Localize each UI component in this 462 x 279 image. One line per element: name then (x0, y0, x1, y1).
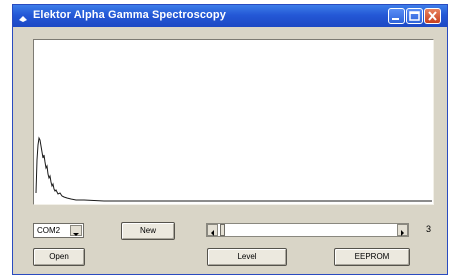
maximize-button[interactable] (406, 8, 423, 24)
chevron-down-icon (73, 233, 79, 236)
open-button[interactable]: Open (33, 248, 85, 266)
scroll-left-button[interactable] (207, 224, 218, 236)
close-button[interactable] (424, 8, 441, 24)
spectrum-plot (33, 39, 434, 205)
title-bar[interactable]: Elektor Alpha Gamma Spectroscopy (13, 5, 447, 27)
minimize-button[interactable] (388, 8, 405, 24)
level-button[interactable]: Level (207, 248, 287, 266)
scroll-thumb[interactable] (220, 224, 225, 236)
maximize-icon (409, 11, 420, 21)
port-select-value: COM2 (37, 226, 61, 235)
arrow-right-icon (401, 230, 404, 236)
dropdown-button[interactable] (70, 225, 82, 236)
arrow-left-icon (211, 230, 214, 236)
port-select[interactable]: COM2 (33, 223, 84, 238)
spectrum-trace (35, 136, 432, 202)
main-window: Elektor Alpha Gamma Spectroscopy COM2 Ne… (12, 4, 448, 275)
eeprom-button[interactable]: EEPROM (334, 248, 410, 266)
scroll-value-label: 3 (426, 224, 432, 234)
close-icon (428, 11, 437, 21)
app-icon (18, 11, 28, 22)
minimize-icon (392, 18, 399, 20)
scroll-right-button[interactable] (397, 224, 408, 236)
window-title: Elektor Alpha Gamma Spectroscopy (33, 9, 226, 21)
level-scrollbar[interactable] (206, 223, 409, 237)
new-button[interactable]: New (121, 222, 175, 240)
client-area: COM2 New 3 Open Level EEPROM (16, 27, 444, 272)
